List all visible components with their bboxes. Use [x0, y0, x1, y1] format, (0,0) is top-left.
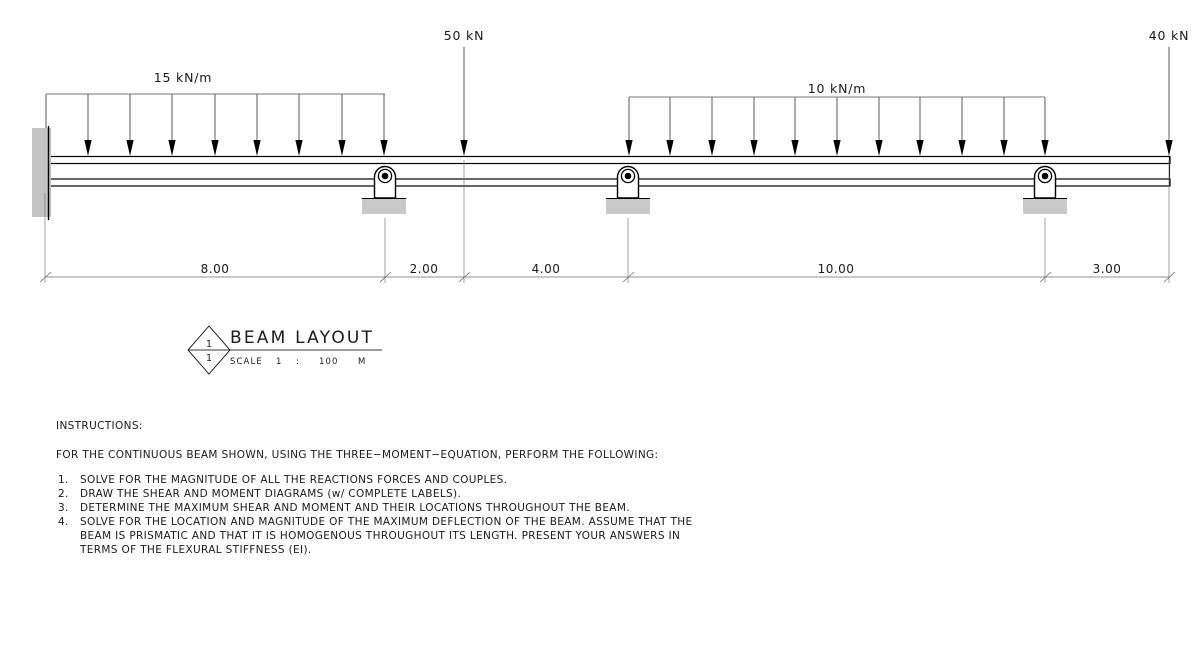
pin-support-c-hinge-pin	[624, 172, 632, 180]
udl-arrow	[211, 94, 219, 156]
udl-15-arrows	[42, 94, 388, 156]
point-load-50-label: 50 kN	[444, 28, 484, 43]
dim-label-10: 10.00	[818, 262, 855, 276]
instructions-intro: FOR THE CONTINUOUS BEAM SHOWN, USING THE…	[56, 449, 658, 461]
udl-arrow	[958, 97, 966, 156]
pin-support-d-base-plate	[1023, 199, 1067, 214]
udl-arrow	[916, 97, 924, 156]
beam-bottom-flange	[44, 178, 1171, 187]
udl-15-group: 15 kN/m	[42, 70, 388, 156]
dim-label-4: 4.00	[532, 262, 561, 276]
pin-support-b	[362, 165, 406, 214]
udl-arrow	[380, 94, 388, 156]
udl-arrow	[168, 94, 176, 156]
udl-arrow	[1000, 97, 1008, 156]
point-load-40-group: 40 kN	[1149, 28, 1189, 156]
instruction-2-line-1: DRAW THE SHEAR AND MOMENT DIAGRAMS (w/ C…	[80, 488, 461, 500]
instruction-4-line-3: TERMS OF THE FLEXURAL STIFFNESS (EI).	[79, 544, 312, 556]
title-block-scale-colon: :	[296, 357, 300, 367]
instruction-3-number: 3.	[58, 502, 69, 514]
pin-support-c-base-plate	[606, 199, 650, 214]
fixed-support	[32, 126, 51, 220]
instruction-1-number: 1.	[58, 474, 69, 486]
detail-bubble-top-number: 1	[206, 339, 212, 350]
beam-top-flange	[44, 155, 1171, 165]
udl-arrow	[1041, 97, 1049, 156]
dim-label-3: 3.00	[1093, 262, 1122, 276]
udl-arrow	[708, 97, 716, 156]
instruction-4-line-1: SOLVE FOR THE LOCATION AND MAGNITUDE OF …	[80, 516, 692, 528]
udl-arrow	[253, 94, 261, 156]
udl-arrow	[833, 97, 841, 156]
instruction-1-line-1: SOLVE FOR THE MAGNITUDE OF ALL THE REACT…	[80, 474, 507, 486]
udl-10-group: 10 kN/m	[625, 81, 1049, 156]
udl-arrow	[875, 97, 883, 156]
instruction-4-number: 4.	[58, 516, 69, 528]
point-load-40-arrowhead	[1165, 140, 1173, 156]
title-block-scale-word: SCALE	[230, 357, 263, 367]
udl-arrow	[750, 97, 758, 156]
title-block-scale-unit: M	[358, 357, 366, 367]
drawing-sheet: 15 kN/m 10 kN/m 50 kN 40 kN 8.00 2.00 4.…	[0, 0, 1200, 645]
udl-arrow	[338, 94, 346, 156]
udl-arrow	[791, 97, 799, 156]
udl-15-label: 15 kN/m	[154, 70, 212, 85]
pin-support-d	[1023, 165, 1067, 214]
instructions-heading: INSTRUCTIONS:	[56, 420, 143, 432]
detail-bubble-bottom-number: 1	[206, 353, 212, 364]
udl-arrow	[126, 94, 134, 156]
dim-label-8: 8.00	[201, 262, 230, 276]
title-block: 1 1 BEAM LAYOUT SCALE 1 : 100 M	[187, 325, 382, 375]
instructions-block: INSTRUCTIONS: FOR THE CONTINUOUS BEAM SH…	[56, 420, 692, 556]
title-block-title: BEAM LAYOUT	[230, 328, 374, 348]
udl-10-arrows	[625, 97, 1049, 156]
udl-arrow	[84, 94, 92, 156]
instruction-3-line-1: DETERMINE THE MAXIMUM SHEAR AND MOMENT A…	[80, 502, 630, 514]
instruction-4-line-2: BEAM IS PRISMATIC AND THAT IT IS HOMOGEN…	[80, 530, 680, 542]
pin-support-c	[606, 165, 650, 214]
title-block-scale-right: 100	[319, 357, 339, 367]
pin-support-b-hinge-pin	[381, 172, 389, 180]
beam-layout-drawing: 15 kN/m 10 kN/m 50 kN 40 kN 8.00 2.00 4.…	[32, 28, 1189, 556]
point-load-50-group: 50 kN	[444, 28, 484, 156]
udl-arrow	[295, 94, 303, 156]
udl-arrow	[666, 97, 674, 156]
udl-arrow	[625, 97, 633, 156]
point-load-50-arrowhead	[460, 140, 468, 156]
instruction-2-number: 2.	[58, 488, 69, 500]
point-load-40-label: 40 kN	[1149, 28, 1189, 43]
pin-support-d-hinge-pin	[1041, 172, 1049, 180]
title-block-scale-left: 1	[276, 357, 283, 367]
udl-10-label: 10 kN/m	[808, 81, 866, 96]
pin-support-b-base-plate	[362, 199, 406, 214]
beam-profile	[44, 155, 1171, 187]
dim-label-2: 2.00	[410, 262, 439, 276]
